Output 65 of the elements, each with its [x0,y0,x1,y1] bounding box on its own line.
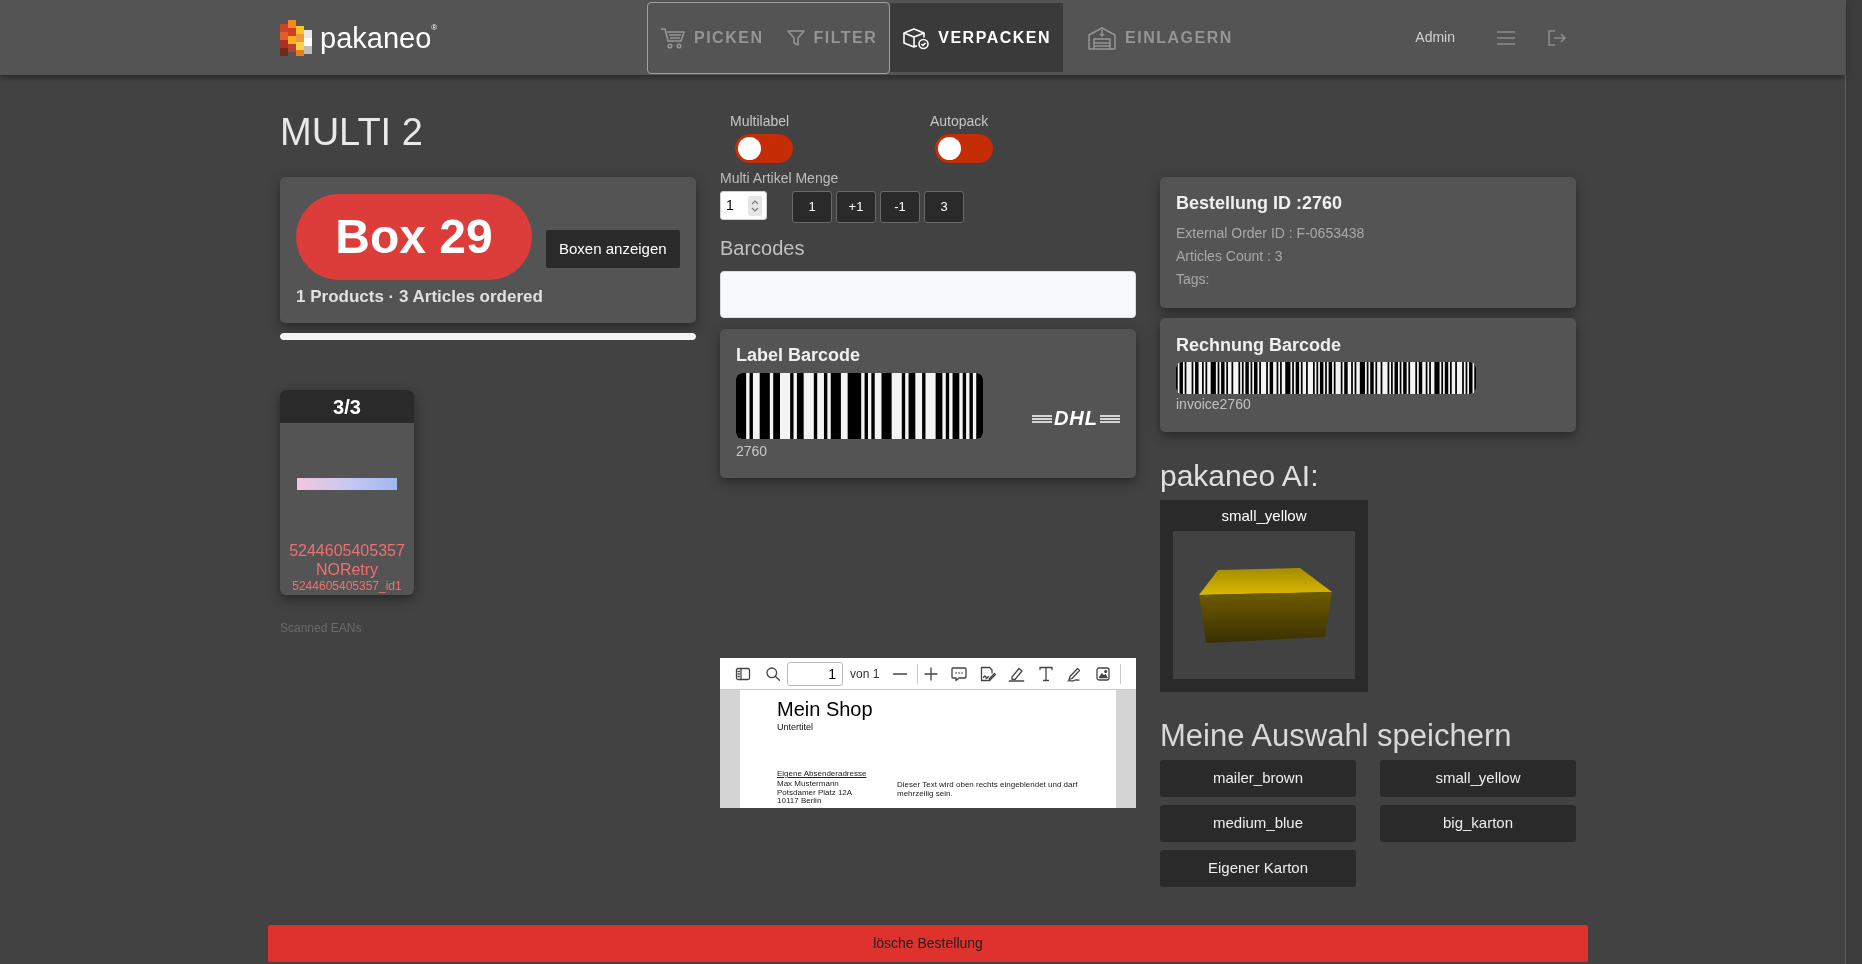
product-count: 3/3 [280,390,414,423]
document-title: Mein Shop [777,698,873,720]
barcode-field[interactable] [720,271,1136,318]
ai-heading: pakaneo AI: [1160,458,1319,494]
order-summary: 1 Products · 3 Articles ordered [296,286,543,308]
quantity-button[interactable]: 3 [924,191,964,223]
product-id: 5244605405357_id1 [292,579,402,594]
order-detail: External Order ID : F-0653438 [1176,224,1365,243]
pen-icon[interactable] [1066,665,1083,682]
cart-icon [660,26,686,50]
box-icon [902,25,931,50]
quantity-button[interactable]: 1 [792,191,832,223]
document-note: Dieser Text wird oben rechts eingeblendet und darf mehrzeilig sein. [897,780,1079,798]
highlighter-icon[interactable] [1008,665,1026,682]
signature-icon[interactable] [980,665,997,682]
quantity-label: Multi Artikel Menge [720,170,839,187]
box-option-button[interactable]: small_yellow [1380,760,1576,797]
filter-icon [787,29,806,47]
page-count: von 1 [850,665,880,683]
warehouse-icon [1087,24,1118,51]
box-label: Box 29 [296,194,532,280]
toggle-switch[interactable] [935,134,993,163]
nav-tab[interactable]: VERPACKEN [890,3,1064,72]
card-title: Rechnung Barcode [1176,334,1342,356]
quantity-field[interactable]: 1 [720,191,767,220]
barcode-number: invoice2760 [1176,396,1251,413]
order-detail: Articles Count : 3 [1176,247,1283,266]
show-boxes-button[interactable]: Boxen anzeigen [546,230,680,268]
product-ean: 5244605405357 [289,541,405,560]
box-option-button[interactable]: Eigener Karton [1160,850,1356,887]
quantity-button[interactable]: +1 [836,191,876,223]
address-line: Potsdamer Platz 12A [777,788,853,797]
sidebar-icon[interactable] [735,665,751,682]
image-icon[interactable] [1096,666,1111,681]
toggle-label: Autopack [930,113,989,130]
toggle-label: Multilabel [730,113,790,130]
address-line: Max Mustermann [777,780,839,789]
sender-line: Eigene Absenderadresse [777,769,867,778]
quantity-button[interactable]: -1 [880,191,920,223]
box-option-button[interactable]: medium_blue [1160,805,1356,842]
save-selection-heading: Meine Auswahl speichern [1160,717,1512,755]
card-title: Label Barcode [736,344,861,367]
document-subtitle: Untertitel [777,722,813,733]
page-title: MULTI 2 [280,110,423,155]
address-line: 10117 Berlin [777,797,822,806]
box-option-button[interactable]: big_karton [1380,805,1576,842]
page-field[interactable]: 1 [787,661,843,686]
barcode-number: 2760 [736,443,768,460]
user-name[interactable]: Admin [1415,27,1455,48]
box-option-button[interactable]: mailer_brown [1160,760,1356,797]
product-status: NORetry [315,560,379,579]
carrier-logo: DHL [1031,408,1120,428]
zoom-in-icon[interactable] [924,666,939,681]
barcodes-label: Barcodes [720,236,805,260]
card-title: Bestellung ID :2760 [1176,192,1343,214]
comment-icon[interactable] [951,665,968,682]
order-detail: Tags: [1176,270,1210,289]
spinner-icon[interactable] [748,195,762,216]
logo-icon [280,19,314,56]
logo-text: pakaneo$^{®}$ [320,20,438,56]
toggle-switch[interactable] [735,134,793,163]
delete-order-button[interactable]: lösche Bestellung [268,925,1588,962]
search-icon[interactable] [766,666,780,681]
text-tool-icon[interactable] [1039,665,1054,682]
suggestion-label: small_yellow [1221,506,1307,526]
